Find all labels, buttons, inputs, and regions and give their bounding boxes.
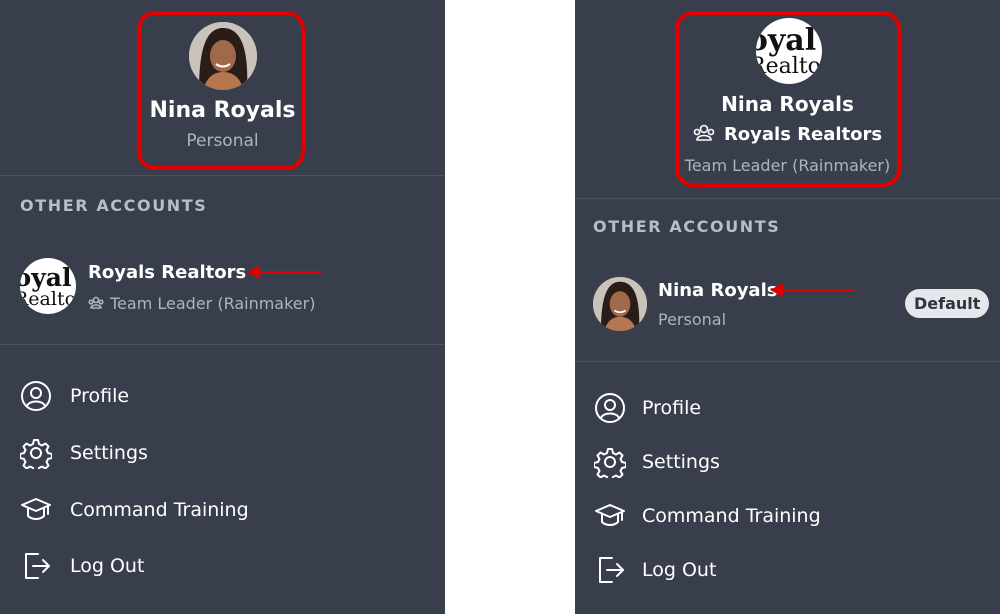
switch-account-royals-realtors[interactable]: oyal Realto Royals Realtors Team Leader … xyxy=(0,248,445,328)
account-name: Nina Royals xyxy=(658,280,778,301)
menu-item-log-out[interactable]: Log Out xyxy=(0,543,445,587)
menu-label: Profile xyxy=(642,397,702,419)
other-accounts-heading: OTHER ACCOUNTS xyxy=(20,196,208,215)
menu-item-profile[interactable]: Profile xyxy=(575,385,1000,429)
user-circle-icon xyxy=(21,381,51,411)
graduation-cap-icon xyxy=(21,498,51,520)
menu-label: Command Training xyxy=(70,499,249,521)
menu-label: Log Out xyxy=(70,555,145,577)
menu-label: Log Out xyxy=(642,559,717,581)
team-icon xyxy=(88,296,104,309)
menu-item-log-out[interactable]: Log Out xyxy=(575,547,1000,591)
logo-text-line2: Realto xyxy=(20,288,76,310)
annotation-arrow xyxy=(770,283,854,297)
logout-icon xyxy=(599,557,624,583)
menu-item-settings[interactable]: Settings xyxy=(0,430,445,474)
menu-label: Command Training xyxy=(642,505,821,527)
menu-item-profile[interactable]: Profile xyxy=(0,373,445,417)
woman-portrait-photo xyxy=(593,277,647,331)
menu-item-settings[interactable]: Settings xyxy=(575,439,1000,483)
gear-icon xyxy=(20,439,52,469)
gear-icon xyxy=(594,448,626,478)
divider xyxy=(575,361,1000,362)
company-logo: oyal Realto xyxy=(20,258,76,314)
annotation-arrow xyxy=(247,265,321,279)
annotation-highlight-box xyxy=(137,11,305,170)
logo-text-line1: oyal xyxy=(20,263,72,292)
annotation-highlight-box xyxy=(675,11,901,187)
menu-item-command-training[interactable]: Command Training xyxy=(0,487,445,531)
divider xyxy=(0,175,445,176)
menu-label: Settings xyxy=(70,442,148,464)
divider xyxy=(0,344,445,345)
user-avatar xyxy=(593,277,647,331)
divider xyxy=(575,198,1000,199)
account-menu-team: oyal Realto Nina Royals Royals Realtors … xyxy=(575,0,1000,614)
logout-icon xyxy=(25,553,50,579)
account-name: Royals Realtors xyxy=(88,262,247,283)
other-accounts-heading: OTHER ACCOUNTS xyxy=(593,217,781,236)
user-circle-icon xyxy=(595,393,625,423)
menu-label: Settings xyxy=(642,451,720,473)
menu-item-command-training[interactable]: Command Training xyxy=(575,493,1000,537)
account-type: Personal xyxy=(658,310,727,329)
default-badge: Default xyxy=(905,289,990,318)
account-menu-personal: Nina Royals Personal OTHER ACCOUNTS oyal… xyxy=(0,0,445,614)
switch-account-nina-royals-personal[interactable]: Nina Royals Personal Default xyxy=(575,270,1000,340)
graduation-cap-icon xyxy=(595,504,625,526)
account-role: Team Leader (Rainmaker) xyxy=(110,294,316,313)
menu-label: Profile xyxy=(70,385,130,407)
